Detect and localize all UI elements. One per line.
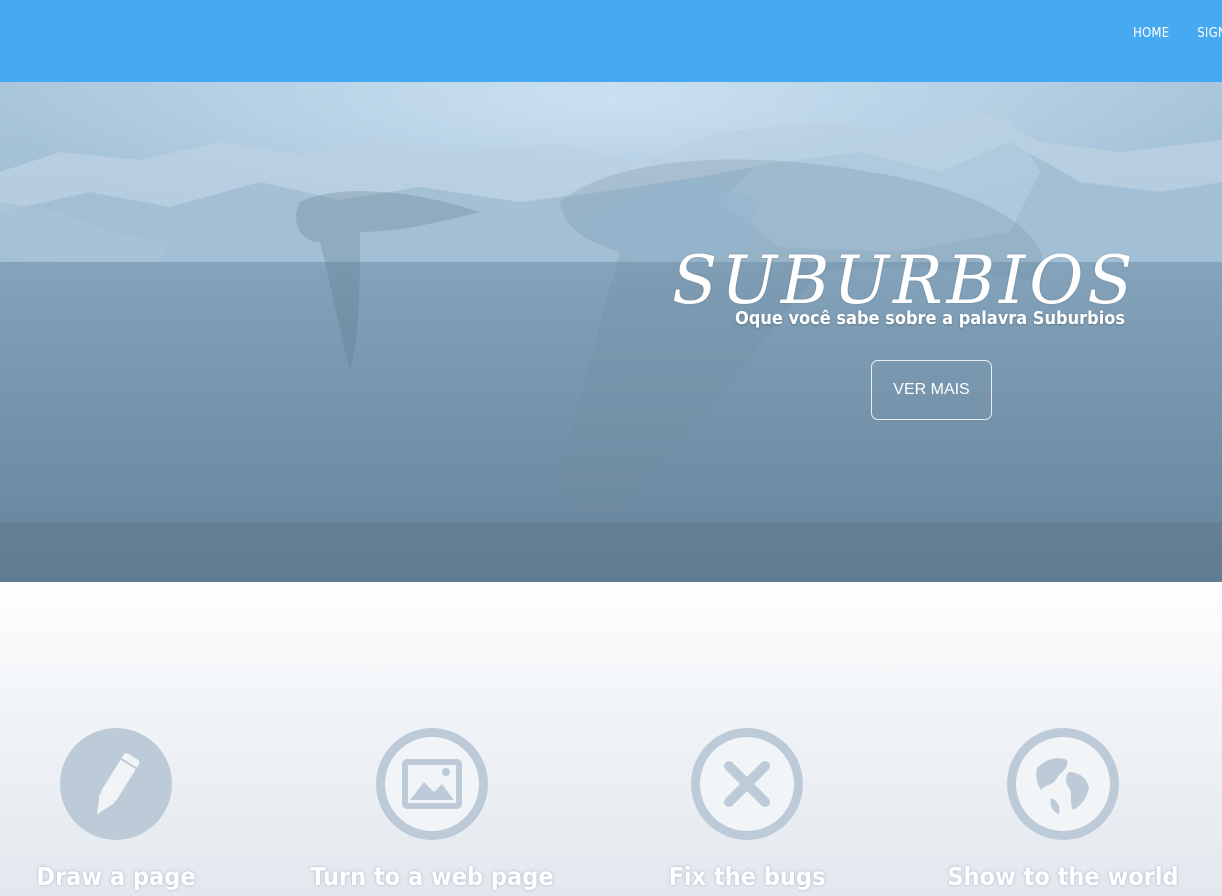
feature-item: Show to the world — [913, 728, 1213, 891]
image-icon — [376, 728, 488, 840]
feature-icon-circle — [376, 728, 488, 840]
hero-background-image — [0, 82, 1222, 582]
hero-banner: SUBURBIOS Oque você sabe sobre a palavra… — [0, 82, 1222, 582]
main-nav: HOME SIGN — [1133, 26, 1222, 41]
feature-item: Draw a page — [0, 728, 266, 891]
feature-icon-circle — [60, 728, 172, 840]
feature-label: Show to the world — [947, 862, 1179, 891]
top-nav-bar: HOME SIGN — [0, 0, 1222, 82]
pencil-icon — [60, 728, 172, 840]
close-icon — [691, 728, 803, 840]
nav-link-home[interactable]: HOME — [1133, 26, 1169, 41]
feature-item: Fix the bugs — [597, 728, 897, 891]
feature-label: Draw a page — [36, 862, 196, 891]
globe-icon — [1007, 728, 1119, 840]
feature-icon-circle — [691, 728, 803, 840]
features-section: Draw a page Turn to a web page Fix the b… — [0, 582, 1222, 896]
feature-icon-circle — [1007, 728, 1119, 840]
nav-link-sign[interactable]: SIGN — [1197, 26, 1222, 41]
feature-label: Turn to a web page — [310, 862, 554, 891]
feature-item: Turn to a web page — [282, 728, 582, 891]
hero-subtitle: Oque você sabe sobre a palavra Suburbios — [734, 308, 1126, 329]
feature-label: Fix the bugs — [668, 862, 826, 891]
ver-mais-button[interactable]: VER MAIS — [871, 360, 992, 420]
